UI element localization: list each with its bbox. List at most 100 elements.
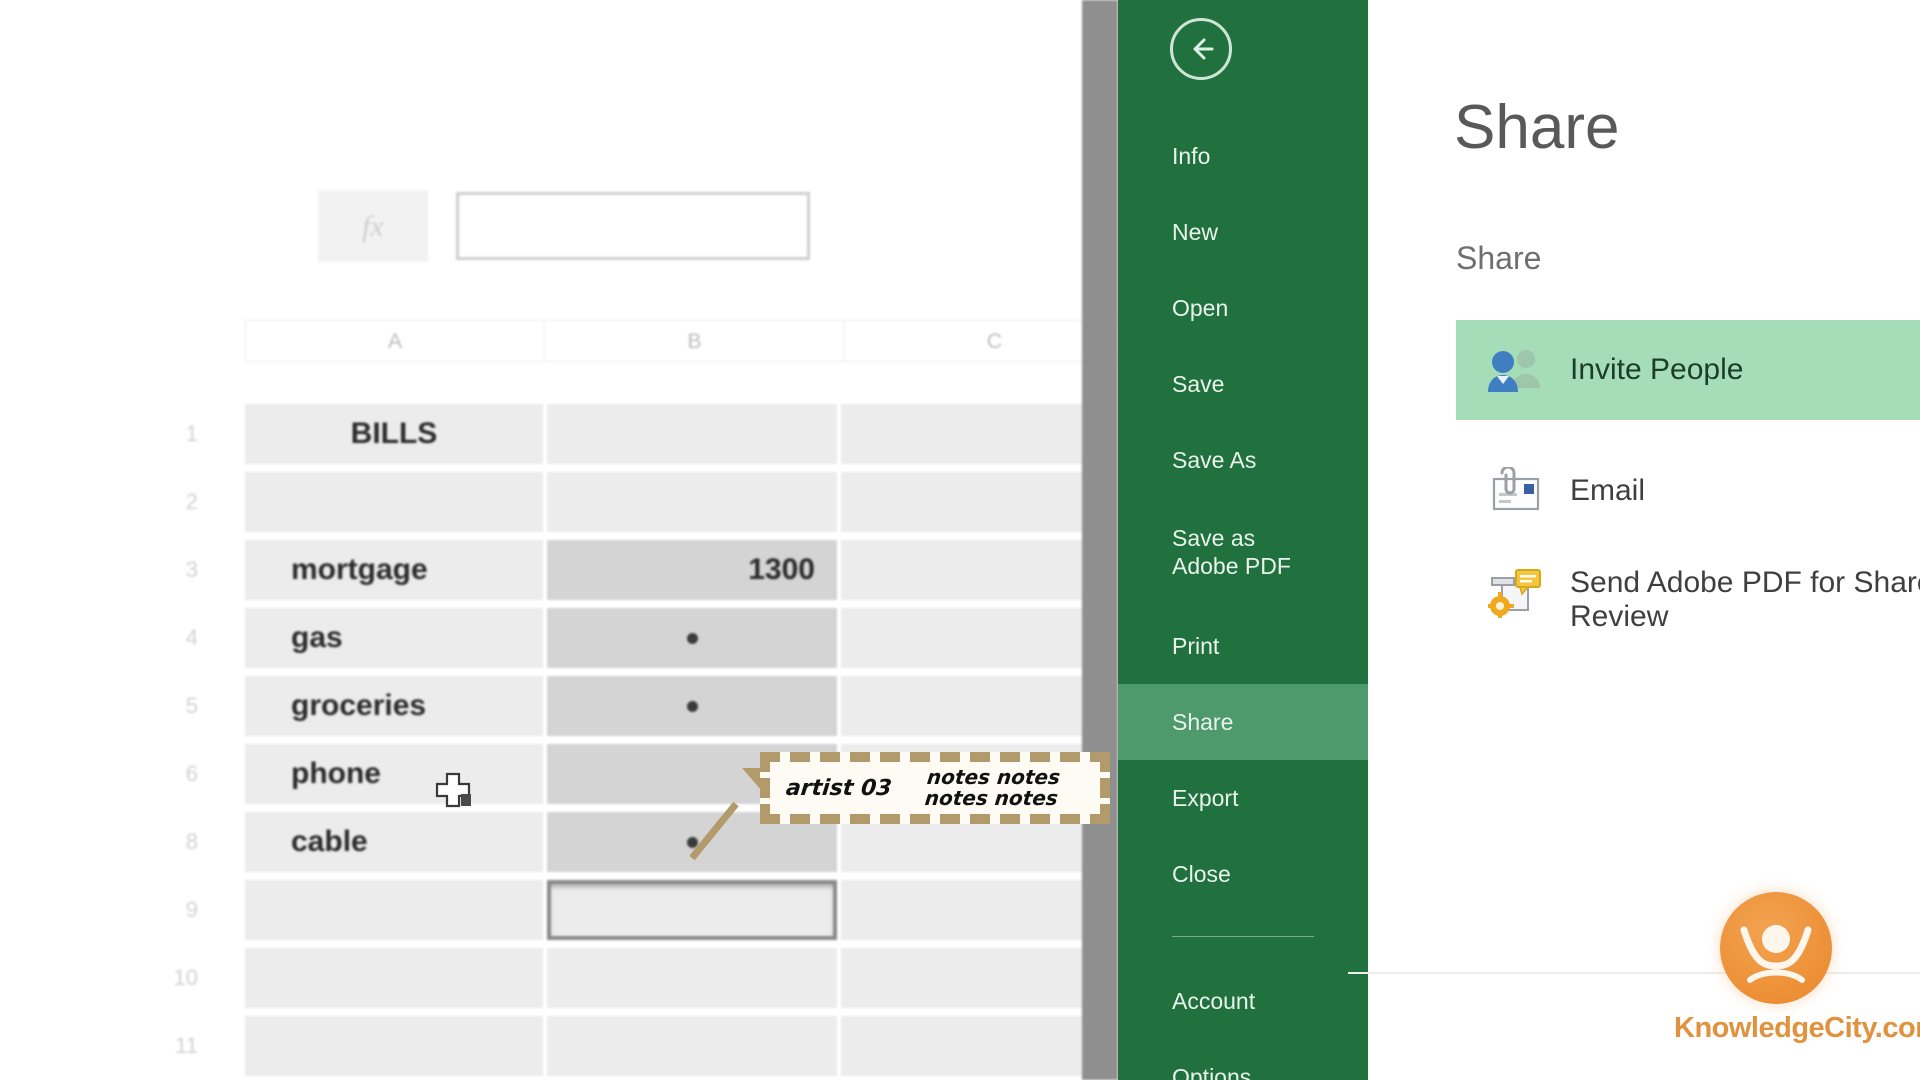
row-header-10[interactable]: 10 <box>150 944 198 1012</box>
back-arrow-icon[interactable] <box>1170 18 1232 80</box>
cell-B3[interactable]: 1300 <box>547 540 837 600</box>
cell-A3[interactable]: mortgage <box>245 540 543 600</box>
share-option-invite-people[interactable]: Invite People <box>1456 320 1920 420</box>
sheet-row: 4 gas <box>0 604 1082 672</box>
row-header-2[interactable]: 2 <box>150 468 198 536</box>
menu-item-label: Save <box>1172 370 1225 397</box>
share-option-send-adobe-pdf[interactable]: Send Adobe PDF for Shared Review <box>1456 560 1920 660</box>
menu-item-label: Save as Adobe PDF <box>1172 525 1291 579</box>
cell-B2[interactable] <box>547 472 837 532</box>
menu-item-info[interactable]: Info <box>1118 118 1368 194</box>
row-header-5[interactable]: 5 <box>150 672 198 740</box>
excel-backstage-share-screen: fx ABC 1 BILLS 2 3 mortgage 1300 4 gas 5 grocerie… <box>0 0 1920 1080</box>
row-header-11[interactable]: 11 <box>150 1012 198 1080</box>
artist-note-callout: artist 03 notes notes notes notes <box>742 752 1110 824</box>
menu-item-label: Open <box>1172 294 1229 321</box>
menu-item-open[interactable]: Open <box>1118 270 1368 346</box>
row-header-1[interactable]: 1 <box>150 400 198 468</box>
formula-bar: fx <box>318 190 812 262</box>
cell-B1[interactable] <box>547 404 837 464</box>
cell-C11[interactable] <box>841 1016 1082 1076</box>
menu-item-label: New <box>1172 218 1219 245</box>
cell-A5[interactable]: groceries <box>245 676 543 736</box>
share-section-heading: Share <box>1456 240 1542 276</box>
row-header-3[interactable]: 3 <box>150 536 198 604</box>
cell-C2[interactable] <box>841 472 1082 532</box>
menu-item-print[interactable]: Print <box>1118 608 1368 684</box>
share-option-label: Send Adobe PDF for Shared Review <box>1570 566 1920 633</box>
column-headers: ABC <box>245 320 1145 363</box>
menu-item-label: Save As <box>1172 446 1257 473</box>
sheet-row: 5 groceries <box>0 672 1082 740</box>
menu-item-share[interactable]: Share <box>1118 684 1368 760</box>
share-option-email[interactable]: Email <box>1456 452 1920 530</box>
sheet-row: 3 mortgage 1300 <box>0 536 1082 604</box>
menu-item-save-as-adobe-pdf[interactable]: Save as Adobe PDF <box>1118 498 1368 608</box>
menu-item-new[interactable]: New <box>1118 194 1368 270</box>
cell-A11[interactable] <box>245 1016 543 1076</box>
cell-B11[interactable] <box>547 1016 837 1076</box>
knowledgecity-logo: KnowledgeCity.com <box>1674 892 1920 1045</box>
cell-A6[interactable]: phone <box>245 744 543 804</box>
share-option-label: Invite People <box>1570 353 1744 387</box>
sheet-row: 10 <box>0 944 1082 1012</box>
cell-B5[interactable] <box>547 676 837 736</box>
share-option-label: Email <box>1570 474 1646 508</box>
cell-C5[interactable] <box>841 676 1082 736</box>
cell-C1[interactable] <box>841 404 1082 464</box>
sheet-row: 1 BILLS <box>0 400 1082 468</box>
page-title: Share <box>1454 93 1620 162</box>
logo-mark-icon <box>1720 892 1832 1004</box>
backstage-menu: Info New Open Save Save As Save as Adobe PDF P… <box>1118 0 1368 1080</box>
menu-item-export[interactable]: Export <box>1118 760 1368 836</box>
cell-A1[interactable]: BILLS <box>245 404 543 464</box>
note-body: artist 03 notes notes notes notes <box>760 752 1110 824</box>
svg-text:fx: fx <box>362 210 384 243</box>
move-cursor-icon <box>435 772 471 808</box>
row-header-4[interactable]: 4 <box>150 604 198 672</box>
note-text: notes notes notes notes <box>923 765 1061 810</box>
cell-A10[interactable] <box>245 948 543 1008</box>
cell-A2[interactable] <box>245 472 543 532</box>
menu-item-label: Close <box>1172 860 1231 887</box>
vertical-scrollbar[interactable] <box>1082 0 1118 1080</box>
column-header-b[interactable]: B <box>545 321 845 363</box>
brand-name: KnowledgeCity.com <box>1674 1012 1920 1044</box>
fx-icon[interactable]: fx <box>318 190 428 262</box>
cell-C3[interactable] <box>841 540 1082 600</box>
column-header-a[interactable]: A <box>245 321 545 363</box>
note-line-2: notes notes <box>923 786 1059 810</box>
people-icon <box>1480 346 1550 394</box>
menu-item-label: Share <box>1172 708 1234 735</box>
sheet-row: 11 <box>0 1012 1082 1080</box>
adobe-pdf-icon <box>1480 566 1550 618</box>
sheet-row: 2 <box>0 468 1082 536</box>
menu-item-account[interactable]: Account <box>1118 963 1368 1039</box>
backstage-menu-list: Info New Open Save Save As Save as Adobe PDF P… <box>1118 118 1368 1080</box>
cell-A8[interactable]: cable <box>245 812 543 872</box>
spreadsheet-area: fx ABC 1 BILLS 2 3 mortgage 1300 4 gas 5 grocerie… <box>0 0 1145 1080</box>
cell-B9[interactable] <box>547 880 837 940</box>
cell-A4[interactable]: gas <box>245 608 543 668</box>
menu-item-label: Account <box>1172 987 1256 1014</box>
menu-item-save-as[interactable]: Save As <box>1118 422 1368 498</box>
envelope-icon <box>1480 467 1550 515</box>
menu-item-save[interactable]: Save <box>1118 346 1368 422</box>
menu-item-close[interactable]: Close <box>1118 836 1368 912</box>
cell-B4[interactable] <box>547 608 837 668</box>
row-header-9[interactable]: 9 <box>150 876 198 944</box>
menu-item-label: Print <box>1172 632 1220 659</box>
cell-A9[interactable] <box>245 880 543 940</box>
menu-divider <box>1172 936 1314 937</box>
cell-C4[interactable] <box>841 608 1082 668</box>
menu-item-label: Export <box>1172 784 1239 811</box>
cell-B10[interactable] <box>547 948 837 1008</box>
cell-C9[interactable] <box>841 880 1082 940</box>
row-header-6[interactable]: 6 <box>150 740 198 808</box>
cell-C10[interactable] <box>841 948 1082 1008</box>
formula-input[interactable] <box>456 192 810 260</box>
menu-item-options[interactable]: Options <box>1118 1039 1368 1080</box>
row-header-8[interactable]: 8 <box>150 808 198 876</box>
menu-item-label: Info <box>1172 142 1211 169</box>
menu-item-label: Options <box>1172 1063 1252 1080</box>
